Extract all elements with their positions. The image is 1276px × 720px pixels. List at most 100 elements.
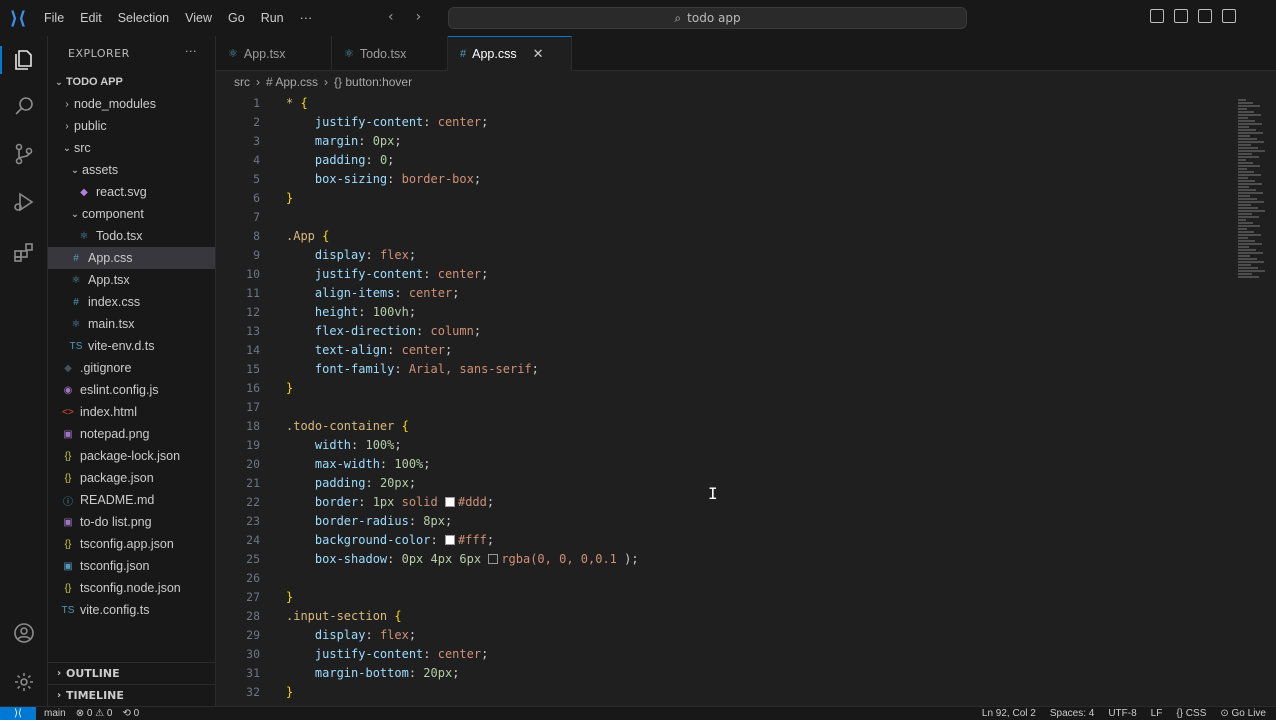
code-line[interactable]: 26 [216,568,1232,587]
toggle-secondary-sidebar-icon[interactable] [1198,9,1212,23]
menu-item-edit[interactable]: Edit [72,11,110,25]
toggle-panel-icon[interactable] [1174,9,1188,23]
code-line[interactable]: 11 align-items: center; [216,283,1232,302]
tab-app-css[interactable]: # App.css ✕ [448,36,572,71]
menu-item-view[interactable]: View [177,11,220,25]
status-right-item[interactable]: UTF-8 [1108,708,1136,719]
code-line[interactable]: 20 max-width: 100%; [216,454,1232,473]
explorer-icon[interactable] [12,48,36,72]
status-left-item[interactable]: ⊗ 0 ⚠ 0 [76,708,113,719]
file-item[interactable]: ◆ .gitignore [48,357,215,379]
color-swatch-icon[interactable] [444,497,455,507]
file-item[interactable]: # index.css [48,291,215,313]
code-line[interactable]: 21 padding: 20px; [216,473,1232,492]
file-item[interactable]: ⚛ Todo.tsx [48,225,215,247]
status-right-item[interactable]: {} CSS [1176,708,1206,719]
tab-todo-tsx[interactable]: ⚛ Todo.tsx [332,36,448,71]
status-left-item[interactable]: main [44,708,66,719]
code-line[interactable]: 16} [216,378,1232,397]
menu-item-file[interactable]: File [36,11,72,25]
more-actions-icon[interactable]: ··· [185,45,197,58]
menu-item-[interactable]: ··· [292,11,321,25]
menu-item-go[interactable]: Go [220,11,253,25]
folder-item[interactable]: › public [48,115,215,137]
breadcrumb-item[interactable]: src [234,75,250,89]
back-arrow-icon[interactable]: ‹ [388,9,394,25]
folder-item[interactable]: ⌄ component [48,203,215,225]
forward-arrow-icon[interactable]: › [416,9,422,25]
code-editor[interactable]: I 1 * {2 justify-content: center; 3 margin… [216,93,1232,706]
outline-section[interactable]: › OUTLINE [48,662,215,684]
close-icon[interactable]: ✕ [533,46,544,62]
code-line[interactable]: 30 justify-content: center; [216,644,1232,663]
code-line[interactable]: 31 margin-bottom: 20px; [216,663,1232,682]
code-line[interactable]: 27} [216,587,1232,606]
file-item[interactable]: ⚛ main.tsx [48,313,215,335]
code-line[interactable]: 13 flex-direction: column; [216,321,1232,340]
search-activity-icon[interactable] [12,94,36,118]
code-line[interactable]: 32} [216,682,1232,701]
breadcrumb-item[interactable]: {} button:hover [334,75,412,89]
code-line[interactable]: 2 justify-content: center; [216,112,1232,131]
file-item[interactable]: TS vite-env.d.ts [48,335,215,357]
run-debug-icon[interactable] [12,190,36,214]
code-line[interactable]: 17 [216,397,1232,416]
menu-item-selection[interactable]: Selection [110,11,177,25]
remote-indicator-icon[interactable]: ⟩⟨ [0,706,36,720]
source-control-icon[interactable] [12,142,36,166]
code-line[interactable]: 4 padding: 0; [216,150,1232,169]
file-item[interactable]: {} package-lock.json [48,445,215,467]
code-line[interactable]: 19 width: 100%; [216,435,1232,454]
breadcrumb-item[interactable]: # App.css [266,75,318,89]
folder-item[interactable]: › node_modules [48,93,215,115]
color-swatch-icon[interactable] [444,535,455,545]
code-line[interactable]: 5 box-sizing: border-box; [216,169,1232,188]
account-icon[interactable] [12,621,36,645]
code-line[interactable]: 15 font-family: Arial, sans-serif; [216,359,1232,378]
code-line[interactable]: 10 justify-content: center; [216,264,1232,283]
timeline-section[interactable]: › TIMELINE [48,684,215,706]
file-item[interactable]: {} package.json [48,467,215,489]
folder-item[interactable]: ⌄ assets [48,159,215,181]
status-left-item[interactable]: ⟲ 0 [123,708,140,719]
menu-item-run[interactable]: Run [253,11,292,25]
command-center-search[interactable]: ⌕ todo app [448,7,967,29]
workspace-root[interactable]: ⌄ TODO APP [48,71,215,93]
code-line[interactable]: 23 border-radius: 8px; [216,511,1232,530]
file-item[interactable]: ⚛ App.tsx [48,269,215,291]
file-item[interactable]: <> index.html [48,401,215,423]
extensions-icon[interactable] [12,240,36,264]
code-line[interactable]: 1 * { [216,93,1232,112]
status-right-item[interactable]: Ln 92, Col 2 [982,708,1036,719]
file-item[interactable]: ▣ to-do list.png [48,511,215,533]
code-line[interactable]: 8 .App { [216,226,1232,245]
status-right-item[interactable]: ⊙ Go Live [1220,708,1266,719]
code-line[interactable]: 12 height: 100vh; [216,302,1232,321]
code-line[interactable]: 3 margin: 0px; [216,131,1232,150]
customize-layout-icon[interactable] [1222,9,1236,23]
status-right-item[interactable]: LF [1151,708,1163,719]
code-line[interactable]: 18 .todo-container { [216,416,1232,435]
folder-item[interactable]: ⌄ src [48,137,215,159]
status-right-item[interactable]: Spaces: 4 [1050,708,1094,719]
file-item[interactable]: ▣ tsconfig.json [48,555,215,577]
code-line[interactable]: 22 border: 1px solid #ddd; [216,492,1232,511]
settings-gear-icon[interactable] [12,670,36,694]
code-line[interactable]: 9 display: flex; [216,245,1232,264]
file-item[interactable]: # App.css [48,247,215,269]
code-line[interactable]: 14 text-align: center; [216,340,1232,359]
code-line[interactable]: 25 box-shadow: 0px 4px 6px rgba(0, 0, 0,… [216,549,1232,568]
code-line[interactable]: 6} [216,188,1232,207]
file-item[interactable]: ▣ notepad.png [48,423,215,445]
file-item[interactable]: ◉ eslint.config.js [48,379,215,401]
file-item[interactable]: {} tsconfig.node.json [48,577,215,599]
code-line[interactable]: 7 [216,207,1232,226]
tab-app-tsx[interactable]: ⚛ App.tsx [216,36,332,71]
file-item[interactable]: TS vite.config.ts [48,599,215,621]
file-item[interactable]: {} tsconfig.app.json [48,533,215,555]
file-item[interactable]: ◆ react.svg [48,181,215,203]
toggle-sidebar-icon[interactable] [1150,9,1164,23]
minimap[interactable] [1232,93,1276,706]
color-swatch-icon[interactable] [488,554,499,564]
code-line[interactable]: 28 .input-section { [216,606,1232,625]
